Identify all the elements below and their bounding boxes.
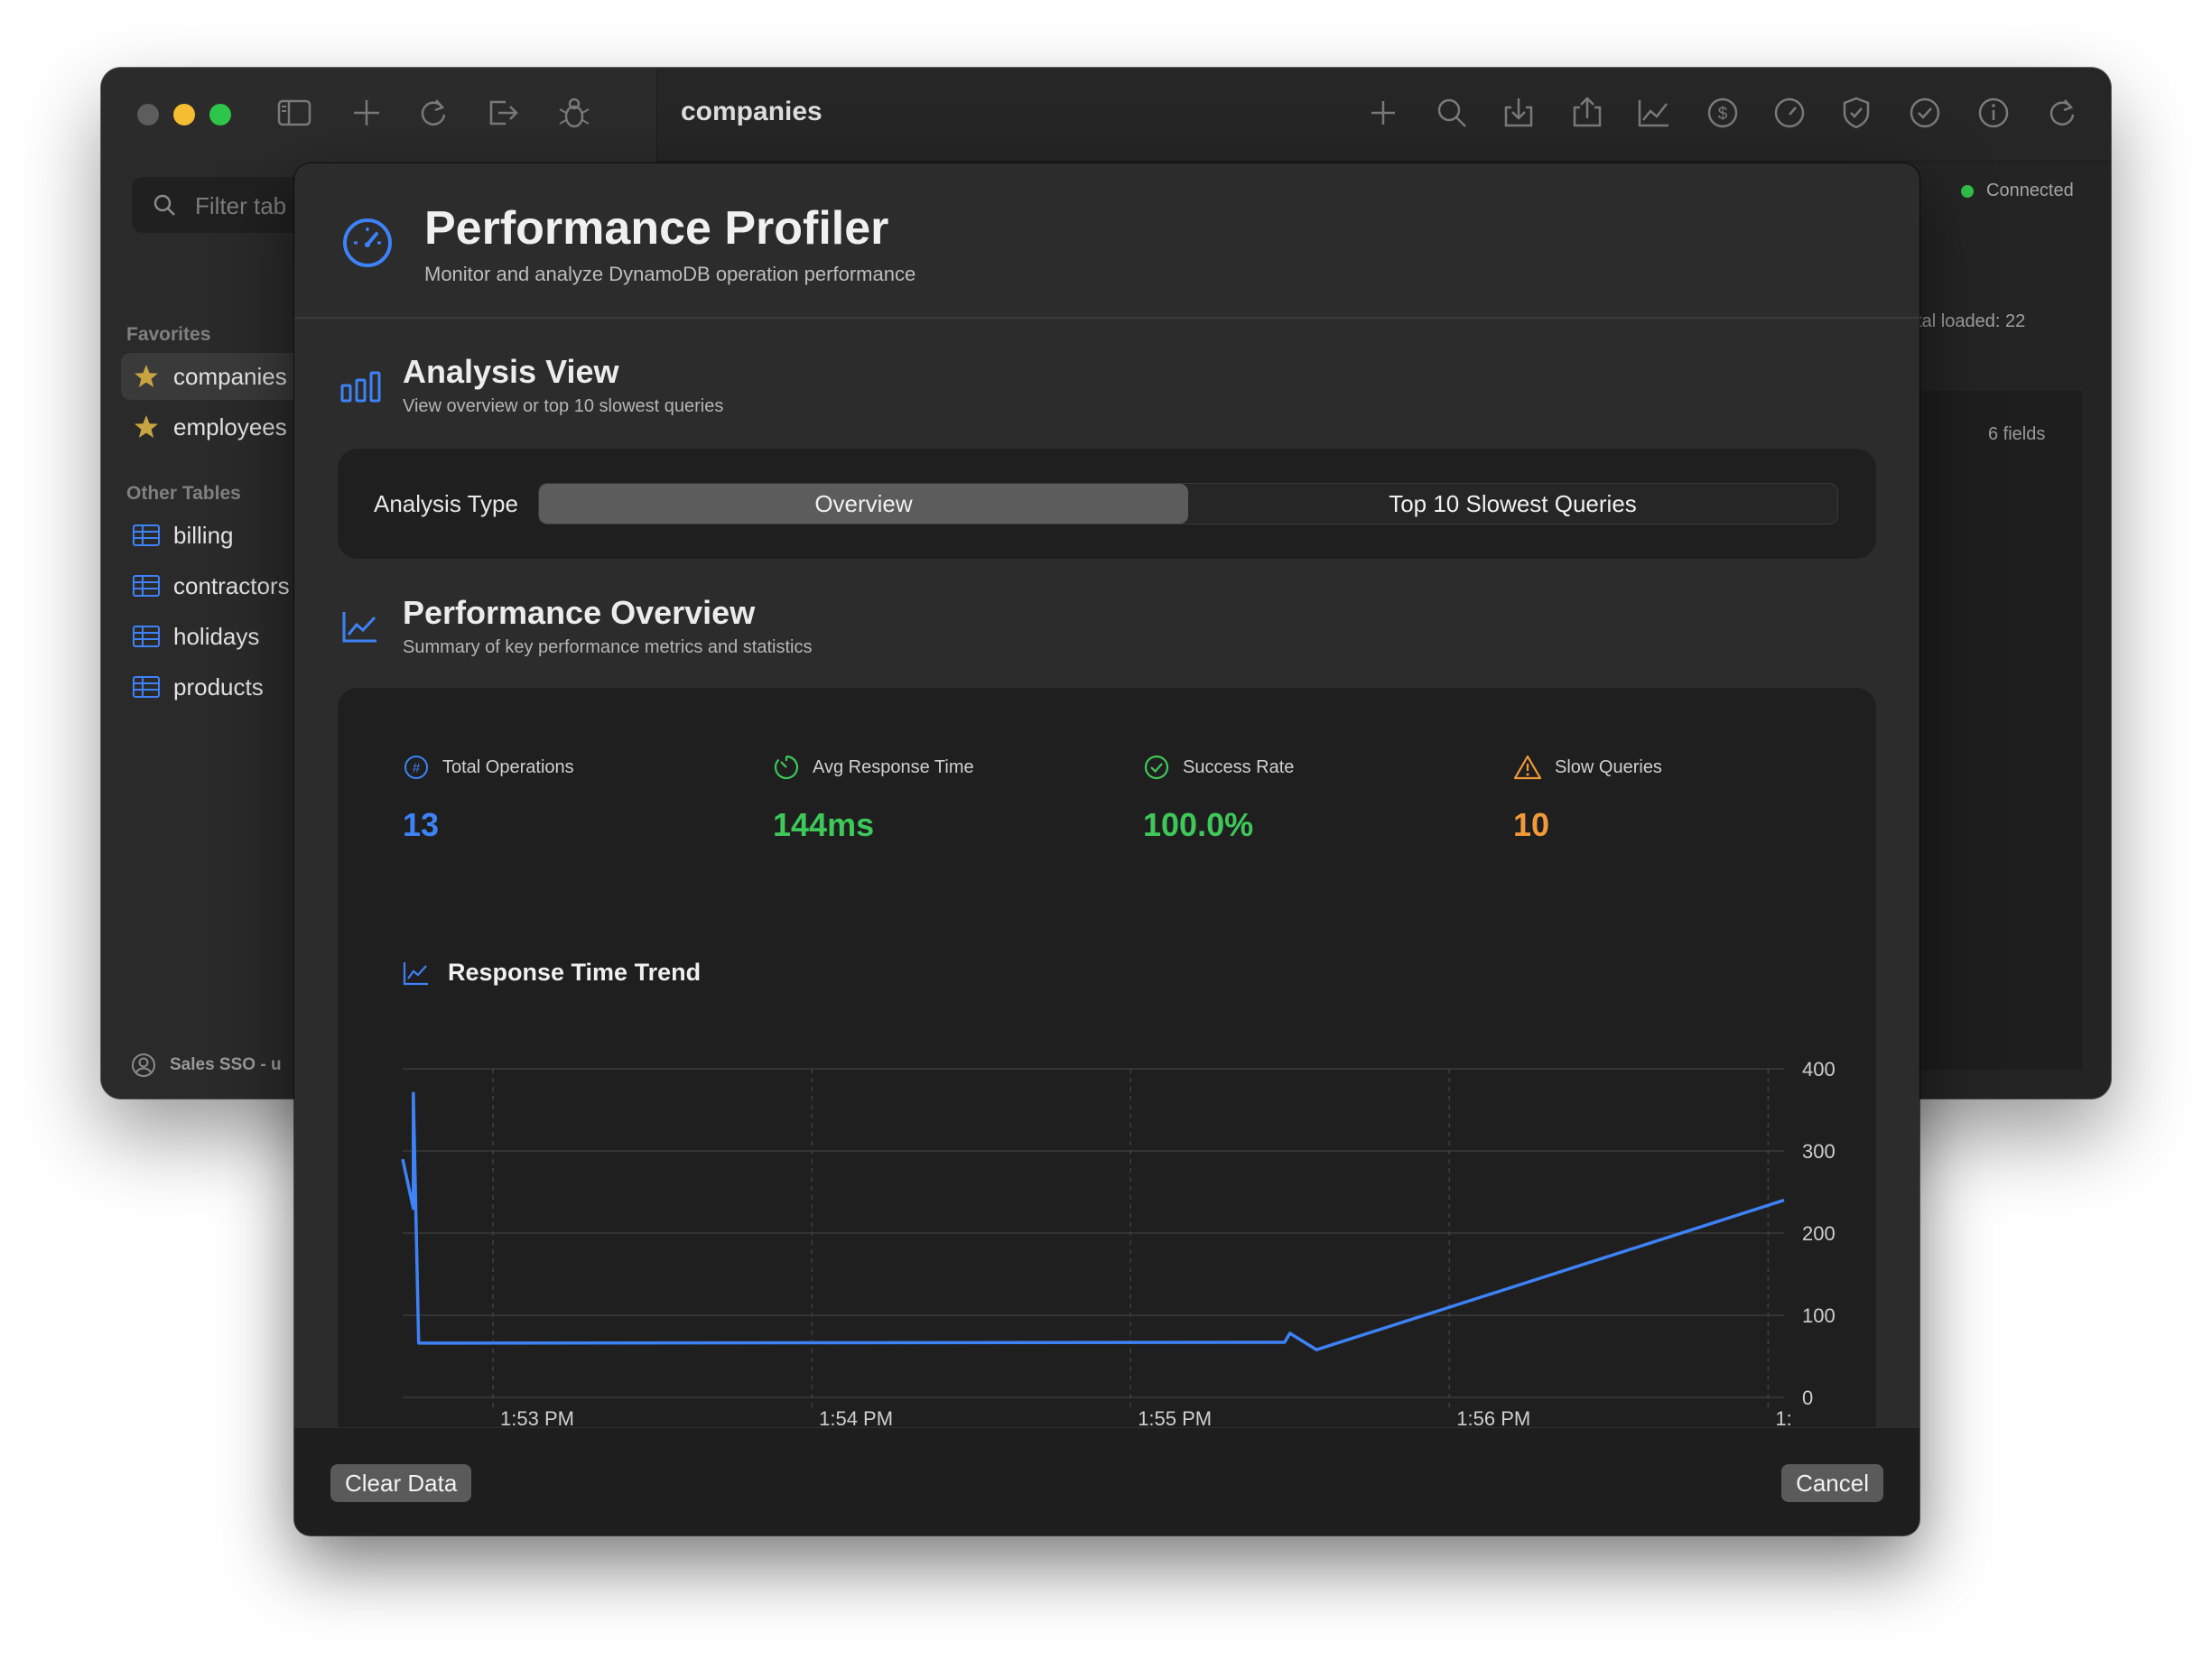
minimize-window-button[interactable] — [173, 104, 195, 125]
sidebar-item-label: contractors — [173, 571, 290, 599]
gauge-icon[interactable] — [1771, 95, 1808, 131]
status-dot — [1961, 184, 1974, 198]
sidebar-item-label: billing — [173, 521, 234, 549]
gauge-icon — [341, 217, 394, 269]
table-icon — [132, 523, 161, 548]
sidebar-item-label: employees — [173, 413, 287, 441]
y-tick-label: 100 — [1802, 1304, 1836, 1327]
search-icon[interactable] — [1434, 95, 1470, 131]
svg-text:$: $ — [1718, 105, 1728, 124]
star-icon — [132, 362, 161, 391]
person-circle-icon — [130, 1052, 157, 1079]
other-tables-heading: Other Tables — [126, 483, 241, 504]
modal-title: Performance Profiler — [424, 202, 889, 255]
performance-overview-card: # Total Operations 13 Avg Response Time … — [338, 688, 1876, 1535]
ant-icon[interactable] — [556, 95, 592, 131]
download-icon[interactable] — [1501, 95, 1537, 131]
plus-icon[interactable] — [1365, 95, 1401, 131]
segment-overview[interactable]: Overview — [539, 484, 1188, 524]
star-icon — [132, 413, 161, 441]
bar-chart-icon — [339, 367, 383, 404]
zoom-window-button[interactable] — [209, 104, 231, 125]
sidebar-toggle-icon[interactable] — [276, 95, 312, 131]
dollar-icon[interactable]: $ — [1705, 95, 1741, 131]
analysis-type-card: Analysis Type Overview Top 10 Slowest Qu… — [338, 449, 1876, 559]
account-label: Sales SSO - u — [170, 1055, 282, 1074]
share-icon[interactable] — [1569, 95, 1605, 131]
table-icon — [132, 624, 161, 649]
series-line — [401, 1091, 1785, 1351]
chart-icon[interactable] — [1636, 95, 1672, 131]
y-tick-label: 400 — [1802, 1058, 1836, 1081]
segment-top-10-slowest[interactable]: Top 10 Slowest Queries — [1188, 484, 1837, 524]
modal-footer: Clear Data Cancel — [294, 1427, 1919, 1535]
modal-header: Performance Profiler Monitor and analyze… — [294, 163, 1919, 319]
chart-line-icon — [341, 609, 379, 644]
account-bar[interactable]: Sales SSO - u — [130, 1052, 282, 1079]
sign-out-icon[interactable] — [484, 95, 520, 131]
performance-profiler-sheet: Performance Profiler Monitor and analyze… — [294, 163, 1919, 1535]
performance-overview-title: Performance Overview — [403, 594, 756, 631]
total-loaded-label: otal loaded: 22 — [1907, 311, 2026, 331]
sidebar-item-label: holidays — [173, 622, 260, 650]
search-icon — [152, 192, 177, 218]
connection-status-label: Connected — [1986, 181, 2074, 200]
sidebar-item-label: companies — [173, 362, 287, 390]
connection-status: Connected — [1961, 181, 2074, 201]
clear-data-button[interactable]: Clear Data — [330, 1464, 472, 1502]
analysis-type-label: Analysis Type — [374, 490, 518, 517]
checkmark-icon[interactable] — [1907, 95, 1943, 131]
close-window-button[interactable] — [137, 104, 159, 125]
y-tick-label: 200 — [1802, 1222, 1836, 1245]
favorites-heading: Favorites — [126, 324, 211, 345]
response-time-chart: 01002003004001:53 PM 1:54 PM 1:55 PM 1:56 P… — [401, 1058, 1836, 1430]
y-tick-label: 0 — [1802, 1387, 1813, 1409]
fields-panel — [1907, 391, 2082, 1070]
table-icon — [132, 573, 161, 598]
performance-overview-subtitle: Summary of key performance metrics and s… — [403, 637, 813, 657]
analysis-view-subtitle: View overview or top 10 slowest queries — [403, 396, 724, 416]
shield-icon[interactable] — [1838, 95, 1874, 131]
fields-count-label: 6 fields — [1988, 424, 2046, 444]
refresh-icon[interactable] — [2044, 95, 2080, 131]
modal-subtitle: Monitor and analyze DynamoDB operation p… — [424, 263, 916, 285]
analysis-type-segmented-control[interactable]: Overview Top 10 Slowest Queries — [538, 483, 1838, 524]
plus-icon[interactable] — [349, 95, 385, 131]
cancel-button[interactable]: Cancel — [1781, 1464, 1883, 1502]
info-icon[interactable] — [1975, 95, 2012, 131]
table-icon — [132, 674, 161, 700]
window-title: companies — [681, 97, 823, 126]
y-tick-label: 300 — [1802, 1140, 1836, 1163]
sidebar-item-label: products — [173, 673, 264, 700]
refresh-icon[interactable] — [415, 95, 451, 131]
analysis-view-title: Analysis View — [403, 353, 619, 390]
